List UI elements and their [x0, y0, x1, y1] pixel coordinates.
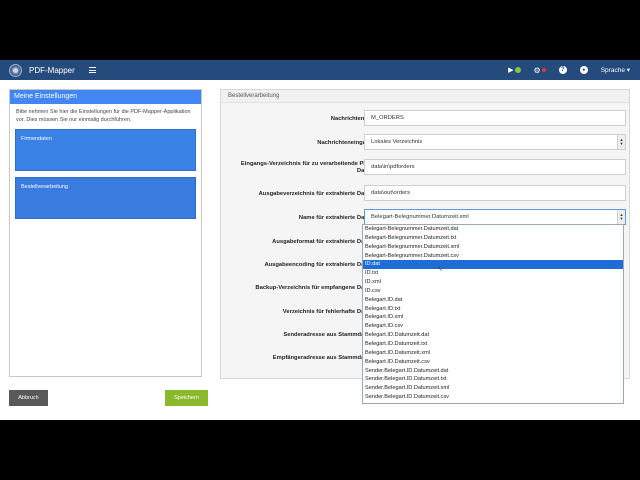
- dropdown-option[interactable]: Belegart.ID.csv: [363, 322, 623, 331]
- mouse-cursor-icon: ↖: [437, 266, 443, 273]
- label-senderadresse: Senderadresse aus Stammdaten: [283, 332, 373, 338]
- dropdown-option-highlighted[interactable]: ID.dat: [363, 260, 623, 270]
- cancel-button[interactable]: Abbruch: [9, 390, 48, 406]
- menu-toggle-icon[interactable]: [88, 67, 96, 73]
- dropdown-option[interactable]: Belegart.ID.Datumzeit.csv: [363, 358, 623, 367]
- label-dateiname: Name für extrahierte Daten: [298, 215, 373, 221]
- select-arrows-icon: ▲ ▼: [617, 135, 625, 149]
- sidebar-title: Meine Einstellungen: [10, 90, 201, 104]
- dropdown-option[interactable]: Belegart.ID.Datumzeit.xml: [363, 349, 623, 358]
- save-button[interactable]: Speichern: [165, 390, 208, 406]
- language-menu[interactable]: Sprache ▾: [601, 66, 630, 74]
- dropdown-option[interactable]: Sender.Belegart.ID.Datumzeit.xml: [363, 384, 623, 393]
- top-navbar: PDF-Mapper ▶ ⚙ ? ● Sprache ▾: [0, 60, 640, 80]
- select-nachrichteneingang-value: Lokales Verzeichnis: [371, 139, 423, 145]
- process-status-icon[interactable]: ▶: [508, 66, 521, 74]
- card-firmendaten[interactable]: Firmendaten: [15, 129, 196, 171]
- dropdown-option[interactable]: Sender.Belegart.ID.Datumzeit.csv: [363, 393, 623, 402]
- dropdown-option[interactable]: Belegart-Belegnummer.Datumzeit.csv: [363, 252, 623, 261]
- dropdown-option[interactable]: Belegart-Belegnummer.Datumzeit.txt: [363, 234, 623, 243]
- app-brand: PDF-Mapper: [29, 65, 75, 75]
- select-dateiname[interactable]: Belegart-Belegnummer.Datumzeit.xml ▲ ▼: [364, 209, 626, 225]
- label-fehlerverzeichnis: Verzeichnis für fehlerhafte Daten: [282, 309, 373, 315]
- dropdown-option[interactable]: Belegart.ID.dat: [363, 296, 623, 305]
- dropdown-option[interactable]: Belegart.ID.xml: [363, 313, 623, 322]
- label-empfaengeradresse: Empfängeradresse aus Stammdaten: [272, 355, 373, 361]
- app-logo-icon: [9, 63, 22, 77]
- label-backupverzeichnis: Backup-Verzeichnis für empfangene Daten: [255, 285, 373, 291]
- app-window: PDF-Mapper ▶ ⚙ ? ● Sprache ▾ Meine Einst…: [0, 60, 640, 420]
- input-nachrichtentyp[interactable]: M_ORDERS: [364, 110, 626, 126]
- settings-sidebar: Meine Einstellungen Bitte nehmen Sie hie…: [9, 89, 202, 377]
- card-bestellverarbeitung[interactable]: Bestellverarbeitung: [15, 177, 196, 219]
- label-ausgabeencoding: Ausgabeencoding für extrahierte Daten: [264, 262, 373, 268]
- select-nachrichteneingang[interactable]: Lokales Verzeichnis ▲ ▼: [364, 134, 626, 150]
- dropdown-option[interactable]: Belegart-Belegnummer.Datumzeit.xml: [363, 243, 623, 252]
- status-dot-icon: [514, 67, 521, 73]
- dropdown-option[interactable]: Sender.Belegart.ID.Datumzeit.dat: [363, 367, 623, 376]
- select-dateiname-value: Belegart-Belegnummer.Datumzeit.xml: [371, 214, 469, 220]
- input-eingangsverzeichnis[interactable]: data\in\pdforders: [364, 159, 626, 175]
- dropdown-option[interactable]: Belegart.ID.Datumzeit.dat: [363, 331, 623, 340]
- dropdown-option[interactable]: Belegart.ID.txt: [363, 305, 623, 314]
- dropdown-option[interactable]: Sender.Belegart.ID.Datumzeit.txt: [363, 375, 623, 384]
- dropdown-option[interactable]: Belegart-Belegnummer.Datumzeit.dat: [363, 225, 623, 234]
- label-nachrichteneingang: Nachrichteneingang: [317, 140, 373, 146]
- label-nachrichtentyp: Nachrichtentyp: [330, 116, 373, 122]
- panel-title: Bestellverarbeitung: [221, 90, 629, 103]
- filename-dropdown-list[interactable]: Belegart-Belegnummer.Datumzeit.dat Beleg…: [362, 224, 624, 404]
- label-ausgabeformat: Ausgabeformat für extrahierte Daten: [272, 239, 373, 245]
- sidebar-description: Bitte nehmen Sie hier die Einstellungen …: [16, 109, 191, 123]
- label-ausgabeverzeichnis: Ausgabeverzeichnis für extrahierte Daten: [258, 191, 373, 197]
- dropdown-option[interactable]: ID.txt: [363, 269, 623, 278]
- dropdown-option[interactable]: Belegart.ID.Datumzeit.txt: [363, 340, 623, 349]
- select-arrows-icon: ▲ ▼: [617, 210, 625, 224]
- input-ausgabeverzeichnis[interactable]: data\out\orders: [364, 185, 626, 201]
- dropdown-option[interactable]: ID.xml: [363, 278, 623, 287]
- label-eingangsverzeichnis: Eingangs-Verzeichnis für zu verarbeitend…: [240, 161, 373, 174]
- settings-icon[interactable]: ⚙: [534, 66, 546, 75]
- dropdown-option[interactable]: ID.csv: [363, 287, 623, 296]
- user-icon[interactable]: ●: [579, 66, 588, 74]
- help-icon[interactable]: ?: [558, 66, 567, 74]
